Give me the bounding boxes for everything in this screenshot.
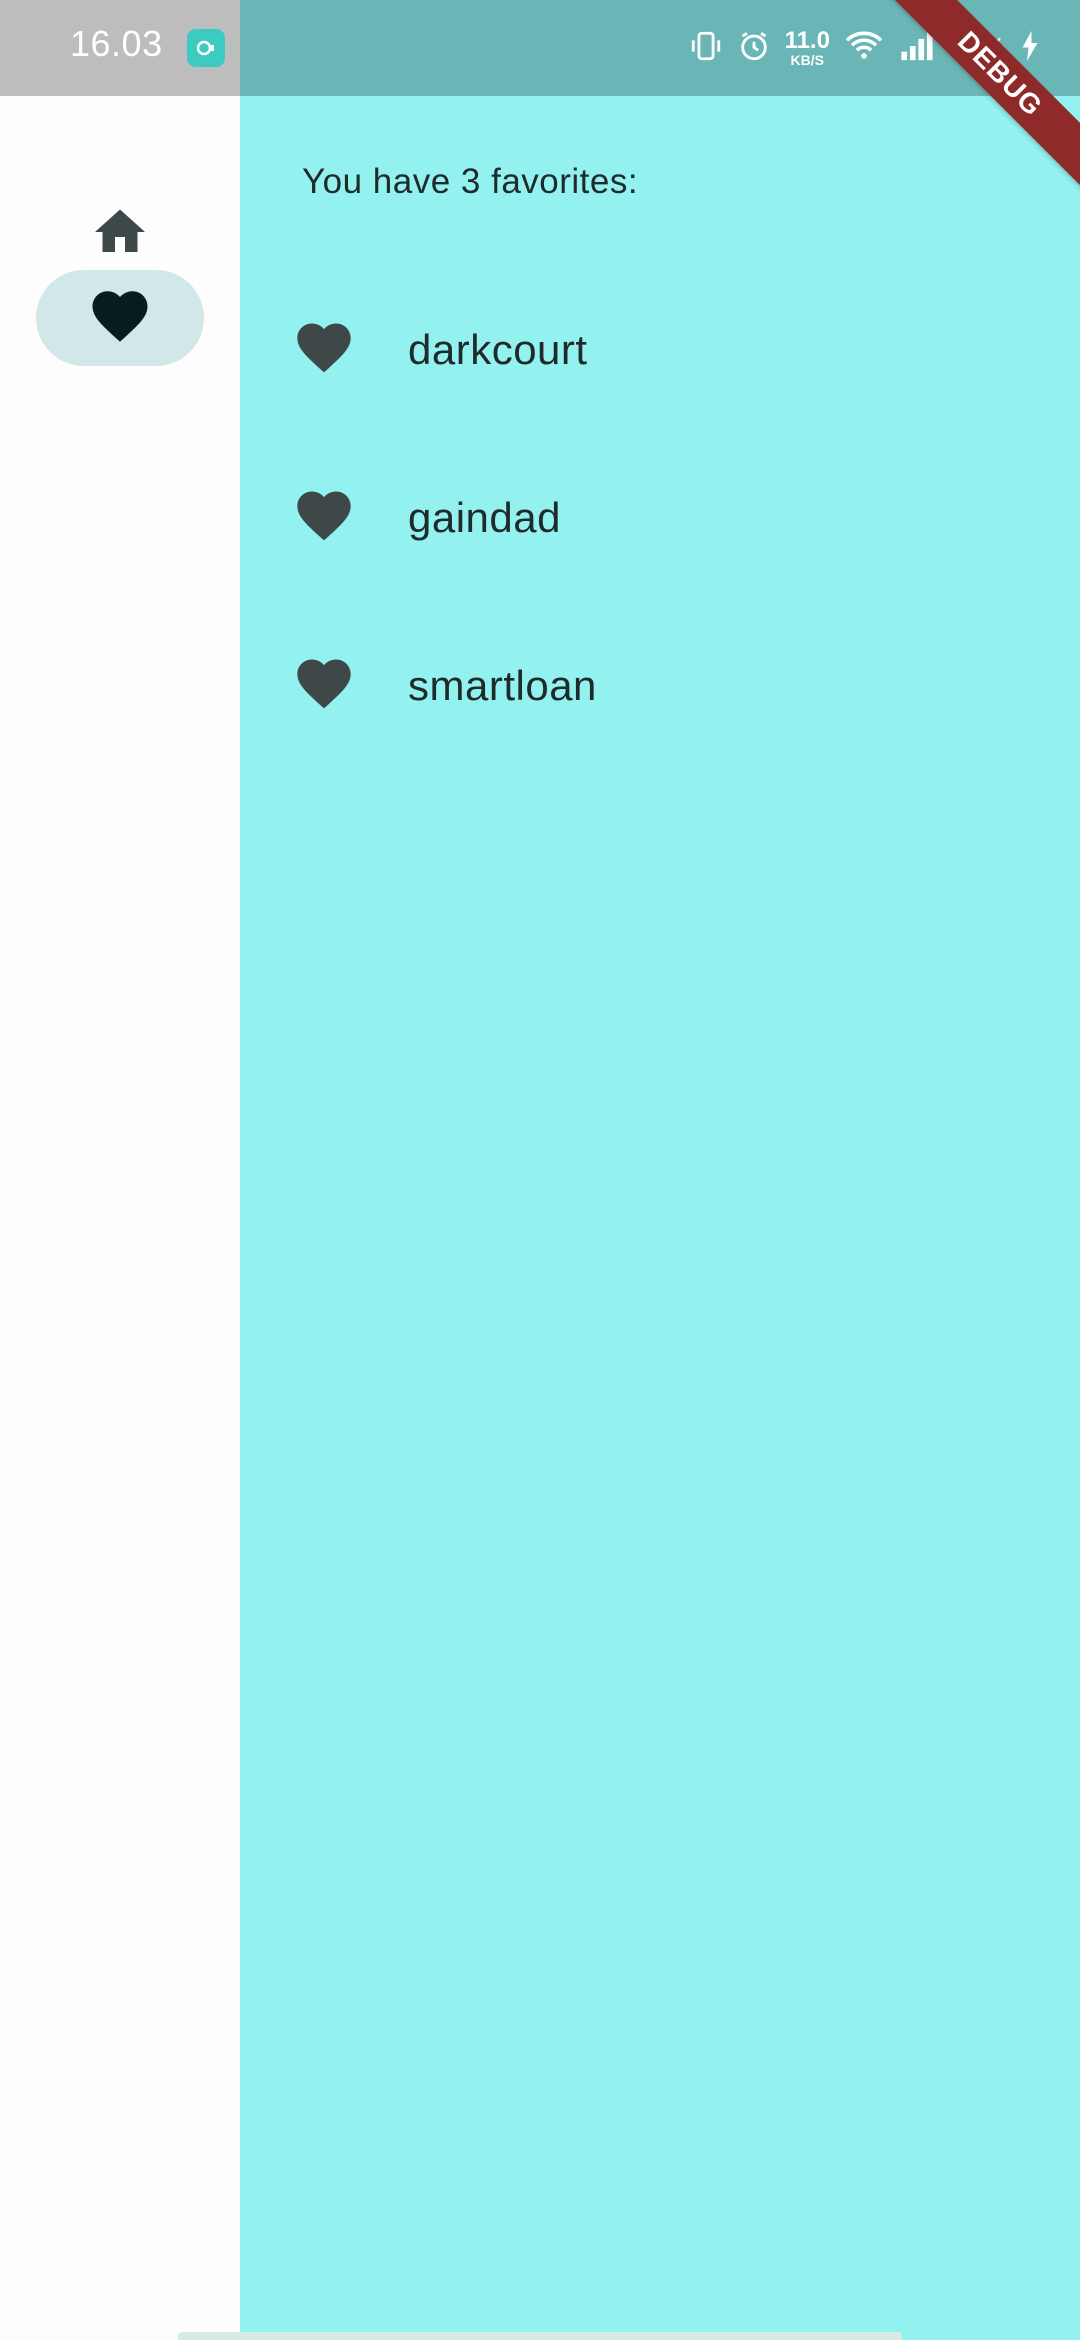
heart-icon bbox=[292, 484, 356, 553]
heart-icon bbox=[292, 316, 356, 385]
favorites-count-heading: You have 3 favorites: bbox=[302, 162, 639, 201]
navigation-rail bbox=[0, 96, 240, 2340]
rail-item-favorites[interactable] bbox=[36, 270, 204, 366]
favorite-name: smartloan bbox=[408, 662, 597, 709]
charging-icon bbox=[1020, 30, 1040, 66]
network-speed-unit: KB/S bbox=[790, 52, 824, 68]
status-time: 16.03 bbox=[70, 23, 163, 64]
list-item[interactable]: gaindad bbox=[240, 434, 1080, 602]
vibrate-icon bbox=[689, 29, 723, 68]
rail-item-home[interactable] bbox=[36, 186, 204, 282]
favorites-list: darkcourt gaindad smartloan bbox=[240, 266, 1080, 770]
network-speed: 11.0 KB/S bbox=[784, 27, 830, 68]
list-item[interactable]: darkcourt bbox=[240, 266, 1080, 434]
heart-icon bbox=[292, 652, 356, 721]
home-icon bbox=[90, 202, 150, 267]
favorite-name: darkcourt bbox=[408, 326, 588, 373]
list-item[interactable]: smartloan bbox=[240, 602, 1080, 770]
gesture-bar bbox=[178, 2332, 902, 2340]
alarm-icon bbox=[737, 29, 771, 68]
app-notification-icon bbox=[187, 29, 225, 67]
wifi-icon bbox=[844, 29, 884, 68]
heart-icon bbox=[87, 283, 153, 354]
network-speed-value: 11.0 bbox=[784, 27, 830, 54]
favorite-name: gaindad bbox=[408, 494, 561, 541]
favorites-page: You have 3 favorites: darkcourt gaindad … bbox=[240, 96, 1080, 2340]
